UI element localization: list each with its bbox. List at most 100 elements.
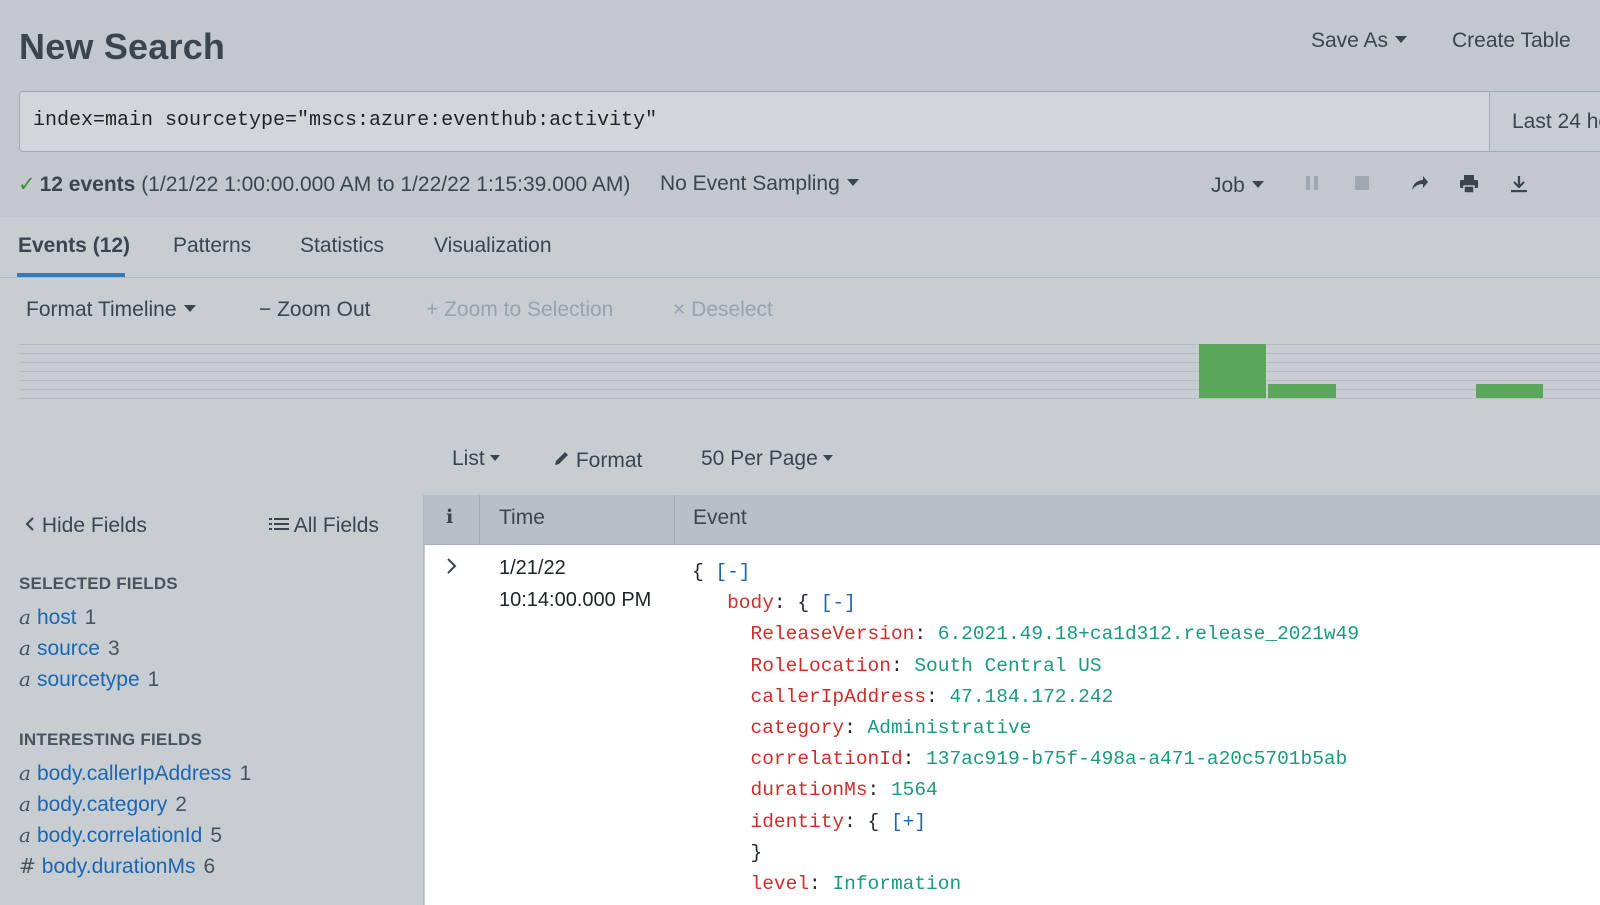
timeline-bar[interactable] xyxy=(1268,384,1336,398)
event-date: 1/21/22 xyxy=(499,557,566,579)
create-table-button[interactable]: Create Table xyxy=(1452,29,1571,53)
json-brace: { xyxy=(692,561,704,583)
field-count: 1 xyxy=(147,668,160,691)
timeline-gridline xyxy=(19,389,1600,390)
print-icon[interactable] xyxy=(1459,174,1479,196)
tab-patterns[interactable]: Patterns xyxy=(173,234,251,258)
job-menu[interactable]: Job xyxy=(1211,174,1264,198)
json-key[interactable]: body xyxy=(727,592,774,614)
check-icon: ✓ xyxy=(18,173,36,196)
json-value[interactable]: 6.2021.49.18+ca1d312.release_2021w49 xyxy=(938,623,1359,645)
selected-fields-heading: SELECTED FIELDS xyxy=(19,574,178,593)
stop-icon[interactable] xyxy=(1352,174,1372,196)
tab-statistics[interactable]: Statistics xyxy=(300,234,384,258)
json-key[interactable]: RoleLocation xyxy=(751,655,891,677)
json-value[interactable]: 47.184.172.242 xyxy=(949,686,1113,708)
field-type-icon: a xyxy=(19,823,31,847)
close-icon: × xyxy=(673,298,686,321)
json-key[interactable]: category xyxy=(751,717,845,739)
field-name[interactable]: body.category xyxy=(37,793,167,816)
event-column-header: Event xyxy=(693,506,747,529)
json-key[interactable]: correlationId xyxy=(751,748,903,770)
field-name[interactable]: sourcetype xyxy=(37,668,140,691)
format-timeline-menu[interactable]: Format Timeline xyxy=(26,298,196,322)
format-timeline-label: Format Timeline xyxy=(26,298,177,321)
timeline-bar[interactable] xyxy=(1199,344,1266,398)
field-item[interactable]: # body.durationMs 6 xyxy=(19,854,215,879)
field-count: 3 xyxy=(107,637,120,660)
field-item[interactable]: a body.category 2 xyxy=(19,792,187,817)
format-button[interactable]: Format xyxy=(553,449,642,473)
time-column-header[interactable]: Time xyxy=(499,506,545,530)
field-name[interactable]: body.correlationId xyxy=(37,824,202,847)
share-icon[interactable] xyxy=(1409,174,1429,196)
json-collapse-toggle[interactable]: [-] xyxy=(715,561,750,583)
hide-fields-button[interactable]: Hide Fields xyxy=(24,514,147,538)
list-label: List xyxy=(452,447,485,470)
per-page-menu[interactable]: 50 Per Page xyxy=(701,447,833,471)
search-input[interactable]: index=main sourcetype="mscs:azure:eventh… xyxy=(19,91,1491,152)
field-type-icon: a xyxy=(19,792,31,816)
expand-row-icon[interactable] xyxy=(444,556,458,582)
json-value[interactable]: South Central US xyxy=(914,655,1101,677)
timeline-bar[interactable] xyxy=(1476,384,1543,398)
field-item[interactable]: a source 3 xyxy=(19,636,120,661)
json-key[interactable]: durationMs xyxy=(751,779,868,801)
timeline-gridline xyxy=(19,362,1600,363)
timeline-gridline xyxy=(19,344,1600,345)
field-item[interactable]: a body.correlationId 5 xyxy=(19,823,222,848)
field-item[interactable]: a body.callerIpAddress 1 xyxy=(19,761,251,786)
caret-down-icon xyxy=(846,179,859,187)
field-count: 1 xyxy=(239,762,252,785)
json-brace: } xyxy=(750,841,763,864)
tab-visualization[interactable]: Visualization xyxy=(434,234,552,258)
json-value[interactable]: 137ac919-b75f-498a-a471-a20c5701b5ab xyxy=(926,748,1347,770)
export-icon[interactable] xyxy=(1509,174,1529,196)
info-column-header: i xyxy=(446,506,454,528)
per-page-label: 50 Per Page xyxy=(701,447,818,470)
event-sampling-dropdown[interactable]: No Event Sampling xyxy=(660,172,859,196)
search-status: ✓ 12 events (1/21/22 1:00:00.000 AM to 1/… xyxy=(18,172,630,197)
event-time: 10:14:00.000 PM xyxy=(499,589,652,611)
json-value[interactable]: Information xyxy=(832,873,961,895)
pause-icon[interactable] xyxy=(1302,174,1322,196)
list-view-menu[interactable]: List xyxy=(452,447,500,471)
field-type-icon: a xyxy=(19,636,31,660)
list-icon xyxy=(269,514,289,537)
column-separator xyxy=(479,495,480,545)
minus-icon: − xyxy=(259,298,272,321)
field-name[interactable]: body.durationMs xyxy=(42,855,196,878)
all-fields-button[interactable]: All Fields xyxy=(269,514,379,538)
json-key[interactable]: ReleaseVersion xyxy=(751,623,915,645)
interesting-fields-heading: INTERESTING FIELDS xyxy=(19,730,203,749)
save-as-label: Save As xyxy=(1311,29,1389,52)
timeline-gridline xyxy=(19,380,1600,381)
caret-down-icon xyxy=(183,305,196,313)
field-item[interactable]: a sourcetype 1 xyxy=(19,667,159,692)
json-expand-toggle[interactable]: [+] xyxy=(891,811,926,833)
field-count: 1 xyxy=(84,606,97,629)
page-title: New Search xyxy=(19,26,226,67)
deselect-button[interactable]: × Deselect xyxy=(673,298,773,322)
json-key[interactable]: callerIpAddress xyxy=(751,686,927,708)
zoom-out-button[interactable]: − Zoom Out xyxy=(259,298,370,322)
json-key[interactable]: level xyxy=(751,873,810,895)
field-item[interactable]: a host 1 xyxy=(19,605,96,630)
tab-events[interactable]: Events (12) xyxy=(18,234,130,258)
field-name[interactable]: host xyxy=(37,606,77,629)
chevron-left-icon xyxy=(24,514,36,537)
timeline-gridline xyxy=(19,371,1600,372)
json-collapse-toggle[interactable]: [-] xyxy=(821,592,856,614)
save-as-menu[interactable]: Save As xyxy=(1311,29,1408,53)
json-value[interactable]: 1564 xyxy=(891,779,938,801)
field-name[interactable]: body.callerIpAddress xyxy=(37,762,232,785)
caret-down-icon xyxy=(489,454,500,461)
json-key[interactable]: identity xyxy=(751,811,845,833)
json-value[interactable]: Administrative xyxy=(868,717,1032,739)
zoom-to-selection-button[interactable]: + Zoom to Selection xyxy=(426,298,613,322)
caret-down-icon xyxy=(1251,181,1264,189)
sampling-label: No Event Sampling xyxy=(660,172,840,195)
time-range-picker[interactable]: Last 24 hours xyxy=(1489,91,1600,152)
timeline-gridline xyxy=(19,353,1600,354)
field-name[interactable]: source xyxy=(37,637,100,660)
